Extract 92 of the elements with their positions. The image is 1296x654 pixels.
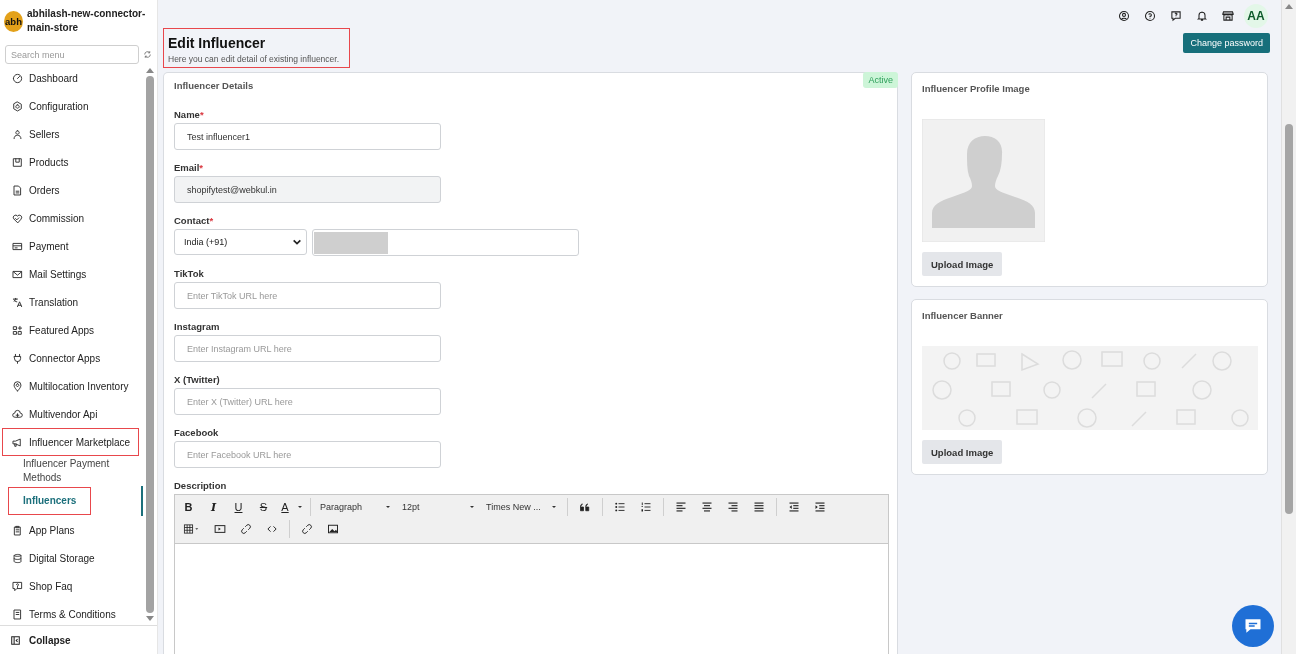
clipboard-icon (12, 524, 23, 536)
envelope-icon (12, 268, 23, 280)
gear-icon (12, 100, 23, 112)
sidebar-item[interactable]: Commission (2, 204, 139, 232)
text-field[interactable]: Enter TikTok URL here (174, 282, 441, 309)
sidebar-subitem[interactable]: Influencer Payment Methods (0, 456, 143, 486)
field-label: Name* (174, 109, 205, 120)
sidebar-item[interactable]: Dashboard (2, 64, 139, 92)
sidebar-item[interactable]: Multilocation Inventory (2, 372, 139, 400)
page-title: Edit Influencer (168, 35, 267, 51)
user-circle-icon[interactable] (1118, 10, 1130, 22)
cloud-icon (12, 408, 23, 420)
upload-image-button[interactable]: Upload Image (922, 440, 1003, 464)
card-icon (12, 240, 23, 252)
field-label: Instagram (174, 321, 221, 332)
chevron-down-icon[interactable] (292, 237, 302, 247)
feedback-icon[interactable] (1170, 10, 1182, 22)
plug-icon (12, 352, 23, 364)
sidebar-item[interactable]: App Plans (2, 516, 139, 544)
document-icon (12, 184, 23, 196)
sidebar-item[interactable]: Connector Apps (2, 344, 139, 372)
sidebar-item[interactable]: Payment (2, 232, 139, 260)
format-button[interactable]: U (228, 501, 249, 513)
text-field[interactable]: Enter Facebook URL here (174, 441, 441, 468)
sidebar-item[interactable]: Products (2, 148, 139, 176)
gauge-icon (12, 72, 23, 84)
sidebar-item[interactable]: Translation (2, 288, 139, 316)
collapse-icon (10, 634, 21, 646)
store-logo: abh (4, 10, 23, 32)
field-label: X (Twitter) (174, 374, 221, 385)
help-icon[interactable] (1144, 10, 1156, 22)
sidebar-item[interactable]: Sellers (2, 120, 139, 148)
document-icon (12, 608, 23, 620)
field-label: Contact* (174, 215, 215, 226)
sidebar-item[interactable]: Featured Apps (2, 316, 139, 344)
database-icon (12, 552, 23, 564)
caret-icon[interactable] (550, 503, 558, 511)
font-family-dropdown[interactable]: Times New ... (483, 502, 561, 512)
text-field[interactable]: Enter X (Twitter) URL here (174, 388, 441, 415)
scrollbar[interactable] (1281, 0, 1296, 654)
field-label: Facebook (174, 427, 220, 438)
person-icon (12, 128, 23, 140)
field-label: Description (174, 480, 228, 491)
sidebar-item[interactable]: Digital Storage (2, 544, 139, 572)
field-label: TikTok (174, 268, 205, 279)
chat-icon (1243, 616, 1263, 636)
phone-field[interactable] (312, 229, 579, 256)
heart-icon (12, 212, 23, 224)
translate-icon (12, 296, 23, 308)
sidebar-item[interactable]: Orders (2, 176, 139, 204)
collapse-button[interactable]: Collapse (0, 625, 157, 654)
bell-icon[interactable] (1196, 10, 1208, 22)
search-field[interactable]: Search menu (5, 45, 139, 64)
help-icon (12, 580, 23, 592)
text-field[interactable]: Test influencer1 (174, 123, 441, 150)
avatar-silhouette-icon (922, 119, 1045, 242)
country-select[interactable]: India (+91) (174, 229, 307, 255)
font-size-dropdown[interactable]: 12pt (399, 502, 479, 512)
block-format-dropdown[interactable]: Paragraph (317, 502, 395, 512)
rich-text-editor[interactable]: B I U S A Paragraph 12pt Times New ... (174, 494, 889, 654)
card-title: Influencer Profile Image (922, 83, 1030, 94)
format-button[interactable]: A (278, 501, 292, 513)
text-field[interactable]: Enter Instagram URL here (174, 335, 441, 362)
user-avatar[interactable]: AA (1244, 4, 1268, 28)
format-button[interactable]: I (203, 500, 224, 514)
store-name: abhilash-new-connector-main-store (27, 7, 147, 35)
field-label: Email* (174, 162, 205, 173)
caret-icon[interactable] (384, 503, 392, 511)
sidebar-item[interactable]: Influencer Marketplace (2, 428, 139, 456)
sidebar-item[interactable]: Terms & Conditions (2, 600, 139, 625)
store-icon[interactable] (1222, 10, 1234, 22)
upload-image-button[interactable]: Upload Image (922, 252, 1003, 276)
megaphone-icon (12, 436, 23, 448)
location-pin-icon (12, 380, 23, 392)
page-subtitle: Here you can edit detail of existing influencer. (168, 54, 340, 64)
format-button[interactable]: S (253, 501, 274, 513)
change-password-button[interactable]: Change password (1183, 33, 1270, 53)
refresh-icon[interactable] (143, 50, 152, 59)
chat-button[interactable] (1232, 605, 1274, 647)
box-icon (12, 156, 23, 168)
sidebar-item[interactable]: Configuration (2, 92, 139, 120)
sidebar-item[interactable]: Mail Settings (2, 260, 139, 288)
card-title: Influencer Details (174, 80, 255, 91)
sidebar-item[interactable]: Shop Faq (2, 572, 139, 600)
sidebar-subitem[interactable]: Influencers (0, 486, 143, 516)
caret-icon[interactable] (468, 503, 476, 511)
grid-icon (12, 324, 23, 336)
caret-icon[interactable] (296, 503, 304, 511)
sidebar-item[interactable]: Multivendor Api (2, 400, 139, 428)
format-button[interactable]: B (178, 501, 199, 513)
status-badge: Active (863, 72, 898, 88)
card-title: Influencer Banner (922, 310, 1003, 321)
